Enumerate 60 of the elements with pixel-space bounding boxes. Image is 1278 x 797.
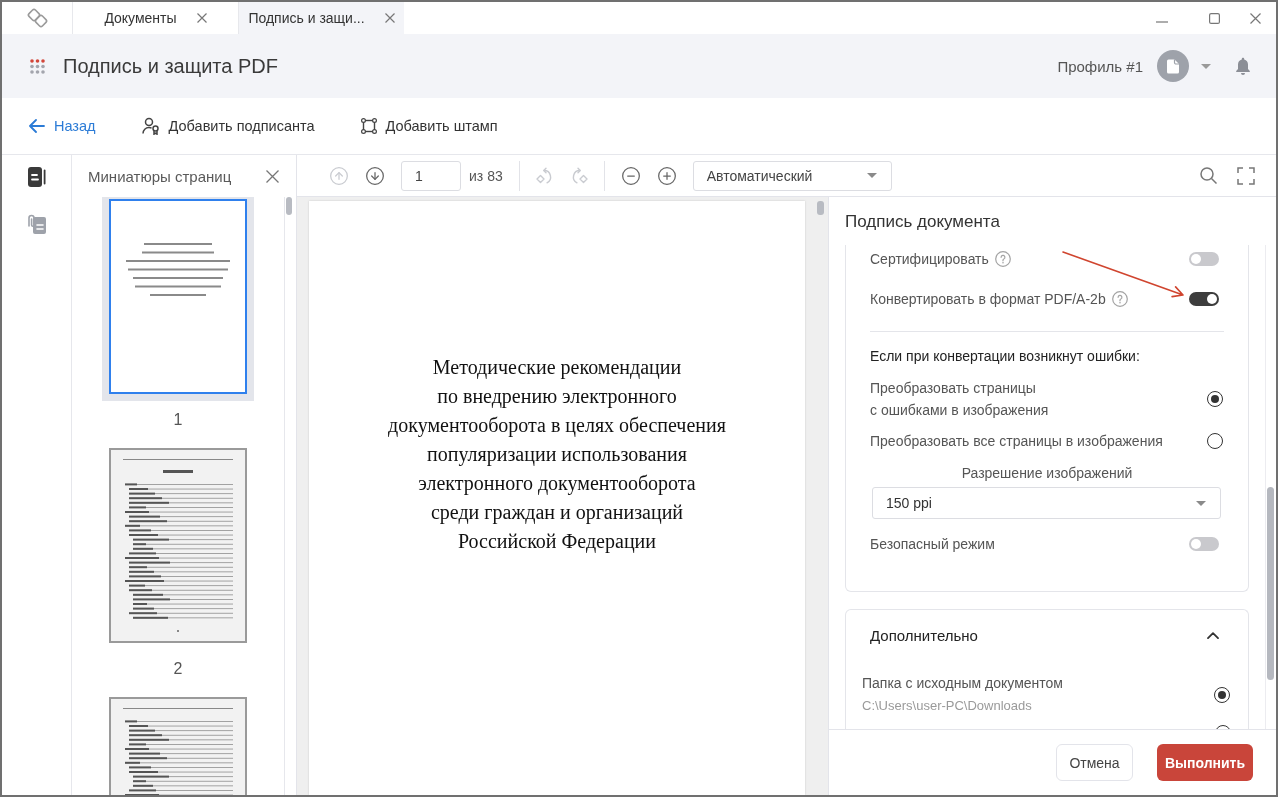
add-signer-button[interactable]: Добавить подписанта xyxy=(141,117,315,135)
close-icon[interactable] xyxy=(1250,12,1261,24)
back-button[interactable]: Назад xyxy=(29,118,96,134)
tab[interactable]: Подпись и защи... xyxy=(238,2,404,34)
document-icon[interactable] xyxy=(27,167,46,187)
option-label: Сертифицировать xyxy=(870,251,989,267)
cancel-button[interactable]: Отмена xyxy=(1056,744,1133,781)
toggle-switch[interactable] xyxy=(1189,537,1219,551)
search-icon[interactable] xyxy=(1200,167,1217,184)
user-badge-icon xyxy=(141,117,160,135)
resolution-select[interactable]: 150 ppi xyxy=(872,487,1221,519)
option-label: Безопасный режим xyxy=(870,536,995,552)
section-toggle[interactable]: Дополнительно xyxy=(846,610,1248,660)
option-label: Конвертировать в формат PDF/A-2b xyxy=(870,291,1106,307)
page-count: из 83 xyxy=(469,167,503,184)
frame-corners-icon xyxy=(360,118,377,134)
zoom-out-icon[interactable] xyxy=(620,165,641,186)
option-label: Папка с исходным документом xyxy=(862,674,1063,693)
page-thumbnail[interactable] xyxy=(109,448,247,643)
help-icon[interactable] xyxy=(994,251,1011,267)
maximize-icon[interactable] xyxy=(1209,12,1220,24)
document-title: Методические рекомендации по внедрению электронного документооборота в целях обеспечения популяризации использования электронного документооборота среди граждан и организаций Российской Федерации xyxy=(388,355,726,555)
page-thumbnail[interactable] xyxy=(102,197,254,401)
caret-icon xyxy=(1196,500,1206,506)
app-title: Подпись и защита PDF xyxy=(63,54,278,78)
scrollbar-thumb[interactable] xyxy=(1267,487,1274,680)
panel-title: Миниатюры страниц xyxy=(88,167,233,185)
arrow-down-icon[interactable] xyxy=(365,165,385,186)
radio-label: Преобразовать страницы с ошибками в изображения xyxy=(870,379,1049,420)
close-icon[interactable] xyxy=(196,13,207,23)
caret-icon[interactable] xyxy=(1201,63,1211,69)
radio-label: Преобразовать все страницы в изображения xyxy=(870,432,1163,451)
attachment-icon[interactable] xyxy=(27,214,46,234)
avatar-icon[interactable] xyxy=(1157,50,1189,82)
close-icon[interactable] xyxy=(384,13,395,23)
add-stamp-button[interactable]: Добавить штамп xyxy=(360,118,498,134)
field-label: Разрешение изображений xyxy=(960,464,1134,483)
page-number: 2 xyxy=(173,659,183,679)
close-icon[interactable] xyxy=(266,169,279,183)
scrollbar-thumb[interactable] xyxy=(817,201,824,215)
section-label: Если при конвертации возникнут ошибки: xyxy=(870,347,1141,366)
toggle-switch[interactable] xyxy=(1189,252,1219,266)
zoom-in-icon[interactable] xyxy=(656,165,677,186)
toggle-switch[interactable] xyxy=(1189,292,1219,306)
fullscreen-icon[interactable] xyxy=(1237,166,1255,185)
page-number: 1 xyxy=(173,410,183,430)
apps-grid-icon[interactable] xyxy=(30,58,45,74)
submit-button[interactable]: Выполнить xyxy=(1157,744,1253,781)
bell-icon[interactable] xyxy=(1235,57,1251,75)
panel-title: Подпись документа xyxy=(844,211,1001,233)
caret-icon xyxy=(866,173,877,178)
profile-name[interactable]: Профиль #1 xyxy=(1057,57,1143,75)
help-icon[interactable] xyxy=(1111,291,1128,307)
zoom-select[interactable]: Автоматический xyxy=(692,160,892,191)
folder-path: C:\Users\user-PC\Downloads xyxy=(862,697,1033,715)
scrollbar-thumb[interactable] xyxy=(286,197,292,215)
arrow-left-icon xyxy=(29,119,45,133)
logo-icon xyxy=(25,6,49,30)
minimize-icon[interactable] xyxy=(1156,20,1168,23)
page-input[interactable]: 1 xyxy=(401,160,461,191)
